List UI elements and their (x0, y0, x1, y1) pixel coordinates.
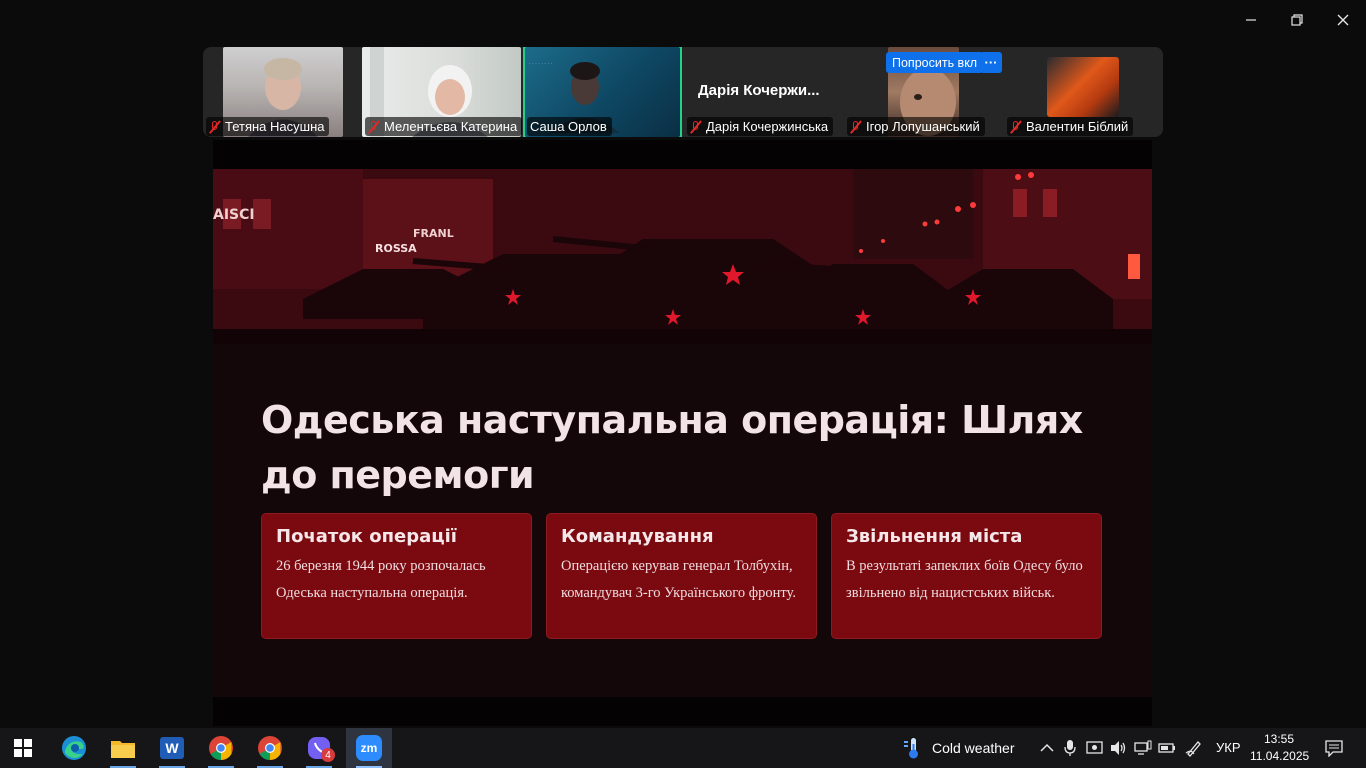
info-card: Командування Операцією керував генерал Т… (546, 513, 817, 639)
card-text: Операцією керував генерал Толбухін, кома… (561, 558, 796, 601)
close-icon (1337, 14, 1349, 26)
hero-sign-text: ROSSA (375, 242, 417, 255)
muted-mic-icon (850, 120, 862, 133)
windows-start-icon (14, 739, 32, 757)
restore-button[interactable] (1282, 8, 1312, 32)
svg-text:· · · · · · · ·: · · · · · · · · (529, 61, 552, 67)
start-button[interactable] (0, 728, 46, 768)
taskbar-app-viber[interactable]: 4 (296, 728, 342, 768)
taskbar-app-file-explorer[interactable] (100, 728, 146, 768)
participant-name-tag: Тетяна Насушна (206, 117, 330, 136)
participant-name-tag: Дарія Кочержинська (687, 117, 834, 136)
card-text: В результаті запеклих боїв Одесу було зв… (846, 558, 1083, 601)
info-card: Звільнення міста В результаті запеклих б… (831, 513, 1102, 639)
card-heading: Командування (561, 526, 714, 547)
pen-icon[interactable] (1185, 739, 1203, 757)
taskbar-app-chrome[interactable] (247, 728, 293, 768)
hero-sign-text: AISCI (213, 207, 255, 223)
participant-tile[interactable]: Валентин Біблий (1004, 47, 1163, 137)
taskbar-app-chrome[interactable] (198, 728, 244, 768)
network-icon[interactable] (1134, 739, 1152, 757)
participant-tile[interactable]: Мелентьєва Катерина (362, 47, 523, 137)
info-card: Початок операції 26 березня 1944 року ро… (261, 513, 532, 639)
slide-bottom-band (213, 697, 1152, 726)
taskbar-app-word[interactable]: W (149, 728, 195, 768)
participant-avatar-image (1047, 57, 1119, 117)
language-indicator[interactable]: УКР (1216, 740, 1241, 755)
participant-tile[interactable]: Дарія Кочержи... Дарія Кочержинська (684, 47, 843, 137)
volume-icon[interactable] (1110, 739, 1128, 757)
hero-image: AISCI FRANL ROSSA (213, 169, 1152, 344)
weather-text: Cold weather (932, 740, 1015, 756)
zoom-icon: zm (356, 735, 382, 761)
taskbar-app-zoom[interactable]: zm (346, 728, 392, 768)
notifications-icon[interactable] (1324, 739, 1344, 757)
chrome-icon (209, 736, 233, 760)
taskbar-app-edge[interactable] (51, 728, 97, 768)
minimize-icon (1246, 19, 1256, 21)
participant-name-tag: Мелентьєва Катерина (365, 117, 523, 136)
show-hidden-icons-chevron-icon[interactable] (1038, 739, 1056, 757)
participant-tile[interactable]: Тетяна Насушна (203, 47, 362, 137)
shared-screen-slide: AISCI FRANL ROSSA Одеська наступальна оп… (213, 140, 1152, 726)
chrome-icon (258, 736, 282, 760)
participant-display-name: Дарія Кочержи... (698, 82, 820, 99)
slide-title: Одеська наступальна операція: Шлях до пе… (261, 398, 1083, 497)
word-icon: W (160, 737, 184, 759)
battery-icon[interactable] (1158, 739, 1176, 757)
card-heading: Початок операції (276, 526, 457, 547)
muted-mic-icon (1010, 120, 1022, 133)
clock-date: 11.04.2025 (1250, 749, 1310, 763)
edge-icon (62, 736, 86, 760)
participant-name-tag: Валентин Біблий (1007, 117, 1134, 136)
clock[interactable]: 13:55 11.04.2025 (1250, 731, 1310, 765)
thermometer-icon (904, 738, 918, 759)
participant-name-tag: Ігор Лопушанський (847, 117, 985, 136)
ask-to-unmute-button[interactable]: Попросить вкл (886, 52, 984, 73)
close-button[interactable] (1328, 8, 1358, 32)
muted-mic-icon (209, 120, 221, 133)
participant-name-tag: Саша Орлов (527, 117, 612, 136)
participant-tile-active-speaker[interactable]: · · · · · · · · Саша Орлов (523, 47, 682, 137)
clock-time: 13:55 (1263, 732, 1295, 746)
folder-icon (111, 741, 135, 758)
tanks-street-illustration: AISCI FRANL ROSSA (213, 169, 1152, 344)
muted-mic-icon (368, 120, 380, 133)
weather-widget[interactable]: Cold weather (902, 728, 1015, 768)
screen-share-tray-icon[interactable] (1086, 739, 1104, 757)
more-options-button[interactable]: ··· (980, 52, 1002, 73)
microphone-icon[interactable] (1061, 739, 1079, 757)
muted-mic-icon (690, 120, 702, 133)
restore-icon (1291, 14, 1303, 26)
card-heading: Звільнення міста (846, 526, 1023, 547)
notification-badge: 4 (321, 748, 335, 762)
card-text: 26 березня 1944 року розпочалась Одеська… (276, 558, 486, 601)
minimize-button[interactable] (1236, 8, 1266, 32)
slide-top-band (213, 140, 1152, 169)
hero-sign-text: FRANL (413, 227, 454, 240)
